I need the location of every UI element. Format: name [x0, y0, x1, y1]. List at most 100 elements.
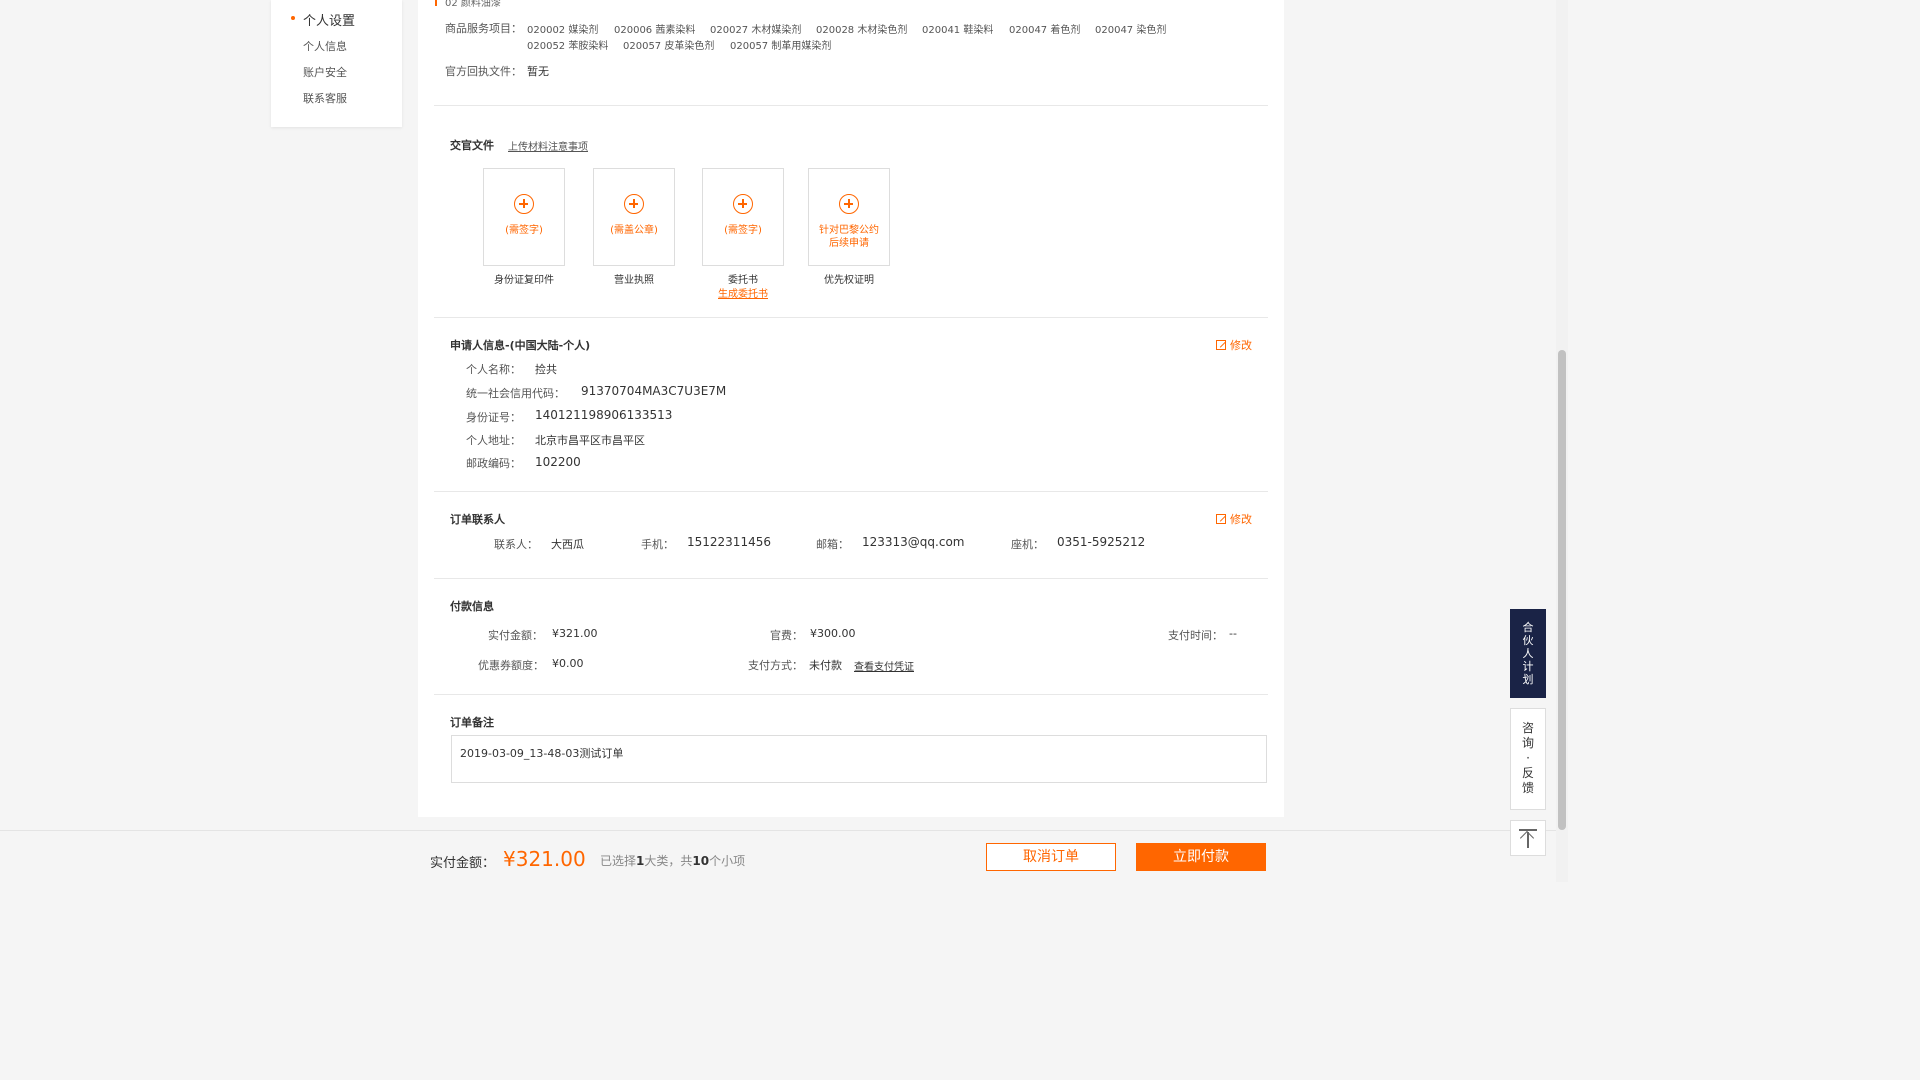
official-receipt-label: 官方回执文件： — [445, 65, 522, 78]
id-number-label: 身份证号： — [466, 411, 521, 424]
edit-icon — [1216, 514, 1226, 524]
divider — [434, 694, 1268, 695]
paid-amount-label: 实付金额： — [488, 629, 543, 642]
phone: 15122311456 — [687, 535, 771, 549]
checkout-bar: 实付金额： ¥321.00 已选择1大类，共10个小项 取消订单 立即付款 — [0, 830, 1556, 882]
scrollbar-thumb[interactable] — [1558, 350, 1566, 830]
small-item-count: 10 — [692, 854, 710, 868]
upload-hint: 针对巴黎公约 后续申请 — [809, 224, 889, 250]
payment-title: 付款信息 — [450, 600, 494, 613]
upload-caption: 委托书 — [728, 275, 758, 286]
credit-code: 91370704MA3C7U3E7M — [581, 384, 727, 398]
sidebar-item-account-security[interactable]: 账户安全 — [303, 64, 347, 80]
email-label: 邮箱： — [816, 538, 849, 551]
zip-code: 102200 — [535, 455, 581, 469]
edit-contact-button[interactable]: 修改 — [1216, 511, 1252, 527]
add-circle-icon — [733, 194, 753, 214]
contact-person: 大西瓜 — [551, 538, 584, 551]
upload-caption: 身份证复印件 — [494, 275, 554, 286]
partner-char: 人 — [1522, 647, 1534, 660]
coupon-amount: ¥0.00 — [552, 657, 584, 670]
vertical-scrollbar[interactable] — [1556, 0, 1568, 882]
goods-item: 020028 木材染色剂 — [816, 25, 908, 36]
landline: 0351-5925212 — [1057, 535, 1146, 549]
paid-amount: ¥321.00 — [552, 627, 598, 640]
goods-item: 020047 染色剂 — [1095, 25, 1167, 36]
coupon-label: 优惠券额度： — [478, 659, 544, 672]
goods-item: 020002 媒染剂 — [527, 25, 599, 36]
applicant-name: 捡共 — [535, 363, 557, 376]
edit-label: 修改 — [1230, 513, 1252, 526]
summary-mid: 大类，共 — [644, 854, 693, 868]
back-to-top-button[interactable] — [1510, 820, 1546, 856]
goods-item: 020041 鞋染料 — [922, 25, 994, 36]
upload-business-license[interactable]: (需盖公章) — [593, 168, 675, 266]
goods-item: 020052 苯胺染料 — [527, 41, 609, 52]
consult-char: 馈 — [1521, 781, 1534, 795]
consult-char: 询 — [1521, 736, 1534, 750]
consult-char: · — [1526, 751, 1530, 765]
summary-suffix: 个小项 — [709, 854, 746, 868]
add-circle-icon — [514, 194, 534, 214]
official-fee-label: 官费： — [770, 629, 803, 642]
goods-item: 020057 制革用媒染剂 — [730, 41, 832, 52]
edit-applicant-button[interactable]: 修改 — [1216, 337, 1252, 353]
goods-services-label: 商品服务项目： — [445, 22, 522, 35]
sidebar-item-personal-info[interactable]: 个人信息 — [303, 38, 347, 54]
class-accent-bar — [435, 0, 437, 6]
consult-feedback-tab[interactable]: 咨 询 · 反 馈 — [1510, 708, 1546, 810]
credit-code-label: 统一社会信用代码： — [466, 387, 565, 400]
upload-hint: (需签字) — [724, 225, 762, 236]
divider — [434, 578, 1268, 579]
upload-hint-line: 后续申请 — [829, 238, 869, 249]
applicant-title: 申请人信息-(中国大陆-个人) — [450, 339, 591, 352]
official-fee: ¥300.00 — [810, 627, 856, 640]
edit-label: 修改 — [1230, 339, 1252, 352]
goods-item: 020027 木材媒染剂 — [710, 25, 802, 36]
landline-label: 座机： — [1011, 538, 1044, 551]
partner-program-tab[interactable]: 合 伙 人 计 划 — [1510, 609, 1546, 698]
contact-title: 订单联系人 — [450, 513, 505, 526]
upload-id-copy[interactable]: (需签字) — [483, 168, 565, 266]
upload-hint: (需签字) — [505, 225, 543, 236]
trademark-class: 02 颜料油漆 — [445, 0, 501, 9]
partner-char: 伙 — [1522, 634, 1534, 647]
documents-title: 交官文件 — [450, 139, 494, 152]
sidebar-item-contact-service[interactable]: 联系客服 — [303, 90, 347, 106]
pay-time-label: 支付时间： — [1168, 629, 1223, 642]
id-number: 140121198906133513 — [535, 408, 673, 422]
upload-priority-proof[interactable]: 针对巴黎公约 后续申请 — [808, 168, 890, 266]
view-payment-voucher-link[interactable]: 查看支付凭证 — [854, 658, 914, 673]
email: 123313@qq.com — [862, 535, 965, 549]
divider — [434, 491, 1268, 492]
pay-time: -- — [1229, 627, 1237, 640]
consult-char: 反 — [1521, 766, 1534, 780]
add-circle-icon — [624, 194, 644, 214]
generate-power-of-attorney-link[interactable]: 生成委托书 — [702, 285, 784, 300]
goods-item: 020006 茜素染料 — [614, 25, 696, 36]
order-remark-field[interactable]: 2019-03-09_13-48-03测试订单 — [451, 735, 1267, 783]
sidebar-group-label: 个人设置 — [303, 14, 356, 29]
edit-icon — [1216, 340, 1226, 350]
selection-summary: 已选择1大类，共10个小项 — [600, 852, 745, 869]
address-label: 个人地址： — [466, 434, 521, 447]
pay-method-label: 支付方式： — [748, 659, 803, 672]
footer-amount: ¥321.00 — [503, 847, 586, 871]
order-detail-panel: 02 颜料油漆 商品服务项目： 020002 媒染剂 020006 茜素染料 0… — [418, 0, 1284, 817]
active-dot-icon — [291, 16, 295, 20]
applicant-name-label: 个人名称： — [466, 363, 521, 376]
sidebar: 个人设置 个人信息 账户安全 联系客服 — [271, 0, 402, 127]
summary-prefix: 已选择 — [600, 854, 637, 868]
upload-hint-line: 针对巴黎公约 — [819, 225, 879, 236]
sidebar-group-personal-settings[interactable]: 个人设置 — [291, 10, 356, 29]
pay-now-button[interactable]: 立即付款 — [1136, 843, 1266, 871]
upload-notice-link[interactable]: 上传材料注意事项 — [508, 138, 588, 153]
phone-label: 手机： — [641, 538, 674, 551]
pay-method: 未付款 — [809, 659, 842, 672]
consult-char: 咨 — [1521, 721, 1534, 735]
zip-label: 邮政编码： — [466, 457, 521, 470]
address: 北京市昌平区市昌平区 — [535, 434, 645, 447]
upload-power-of-attorney[interactable]: (需签字) — [702, 168, 784, 266]
cancel-order-button[interactable]: 取消订单 — [986, 843, 1116, 871]
upload-caption: 优先权证明 — [824, 275, 874, 286]
